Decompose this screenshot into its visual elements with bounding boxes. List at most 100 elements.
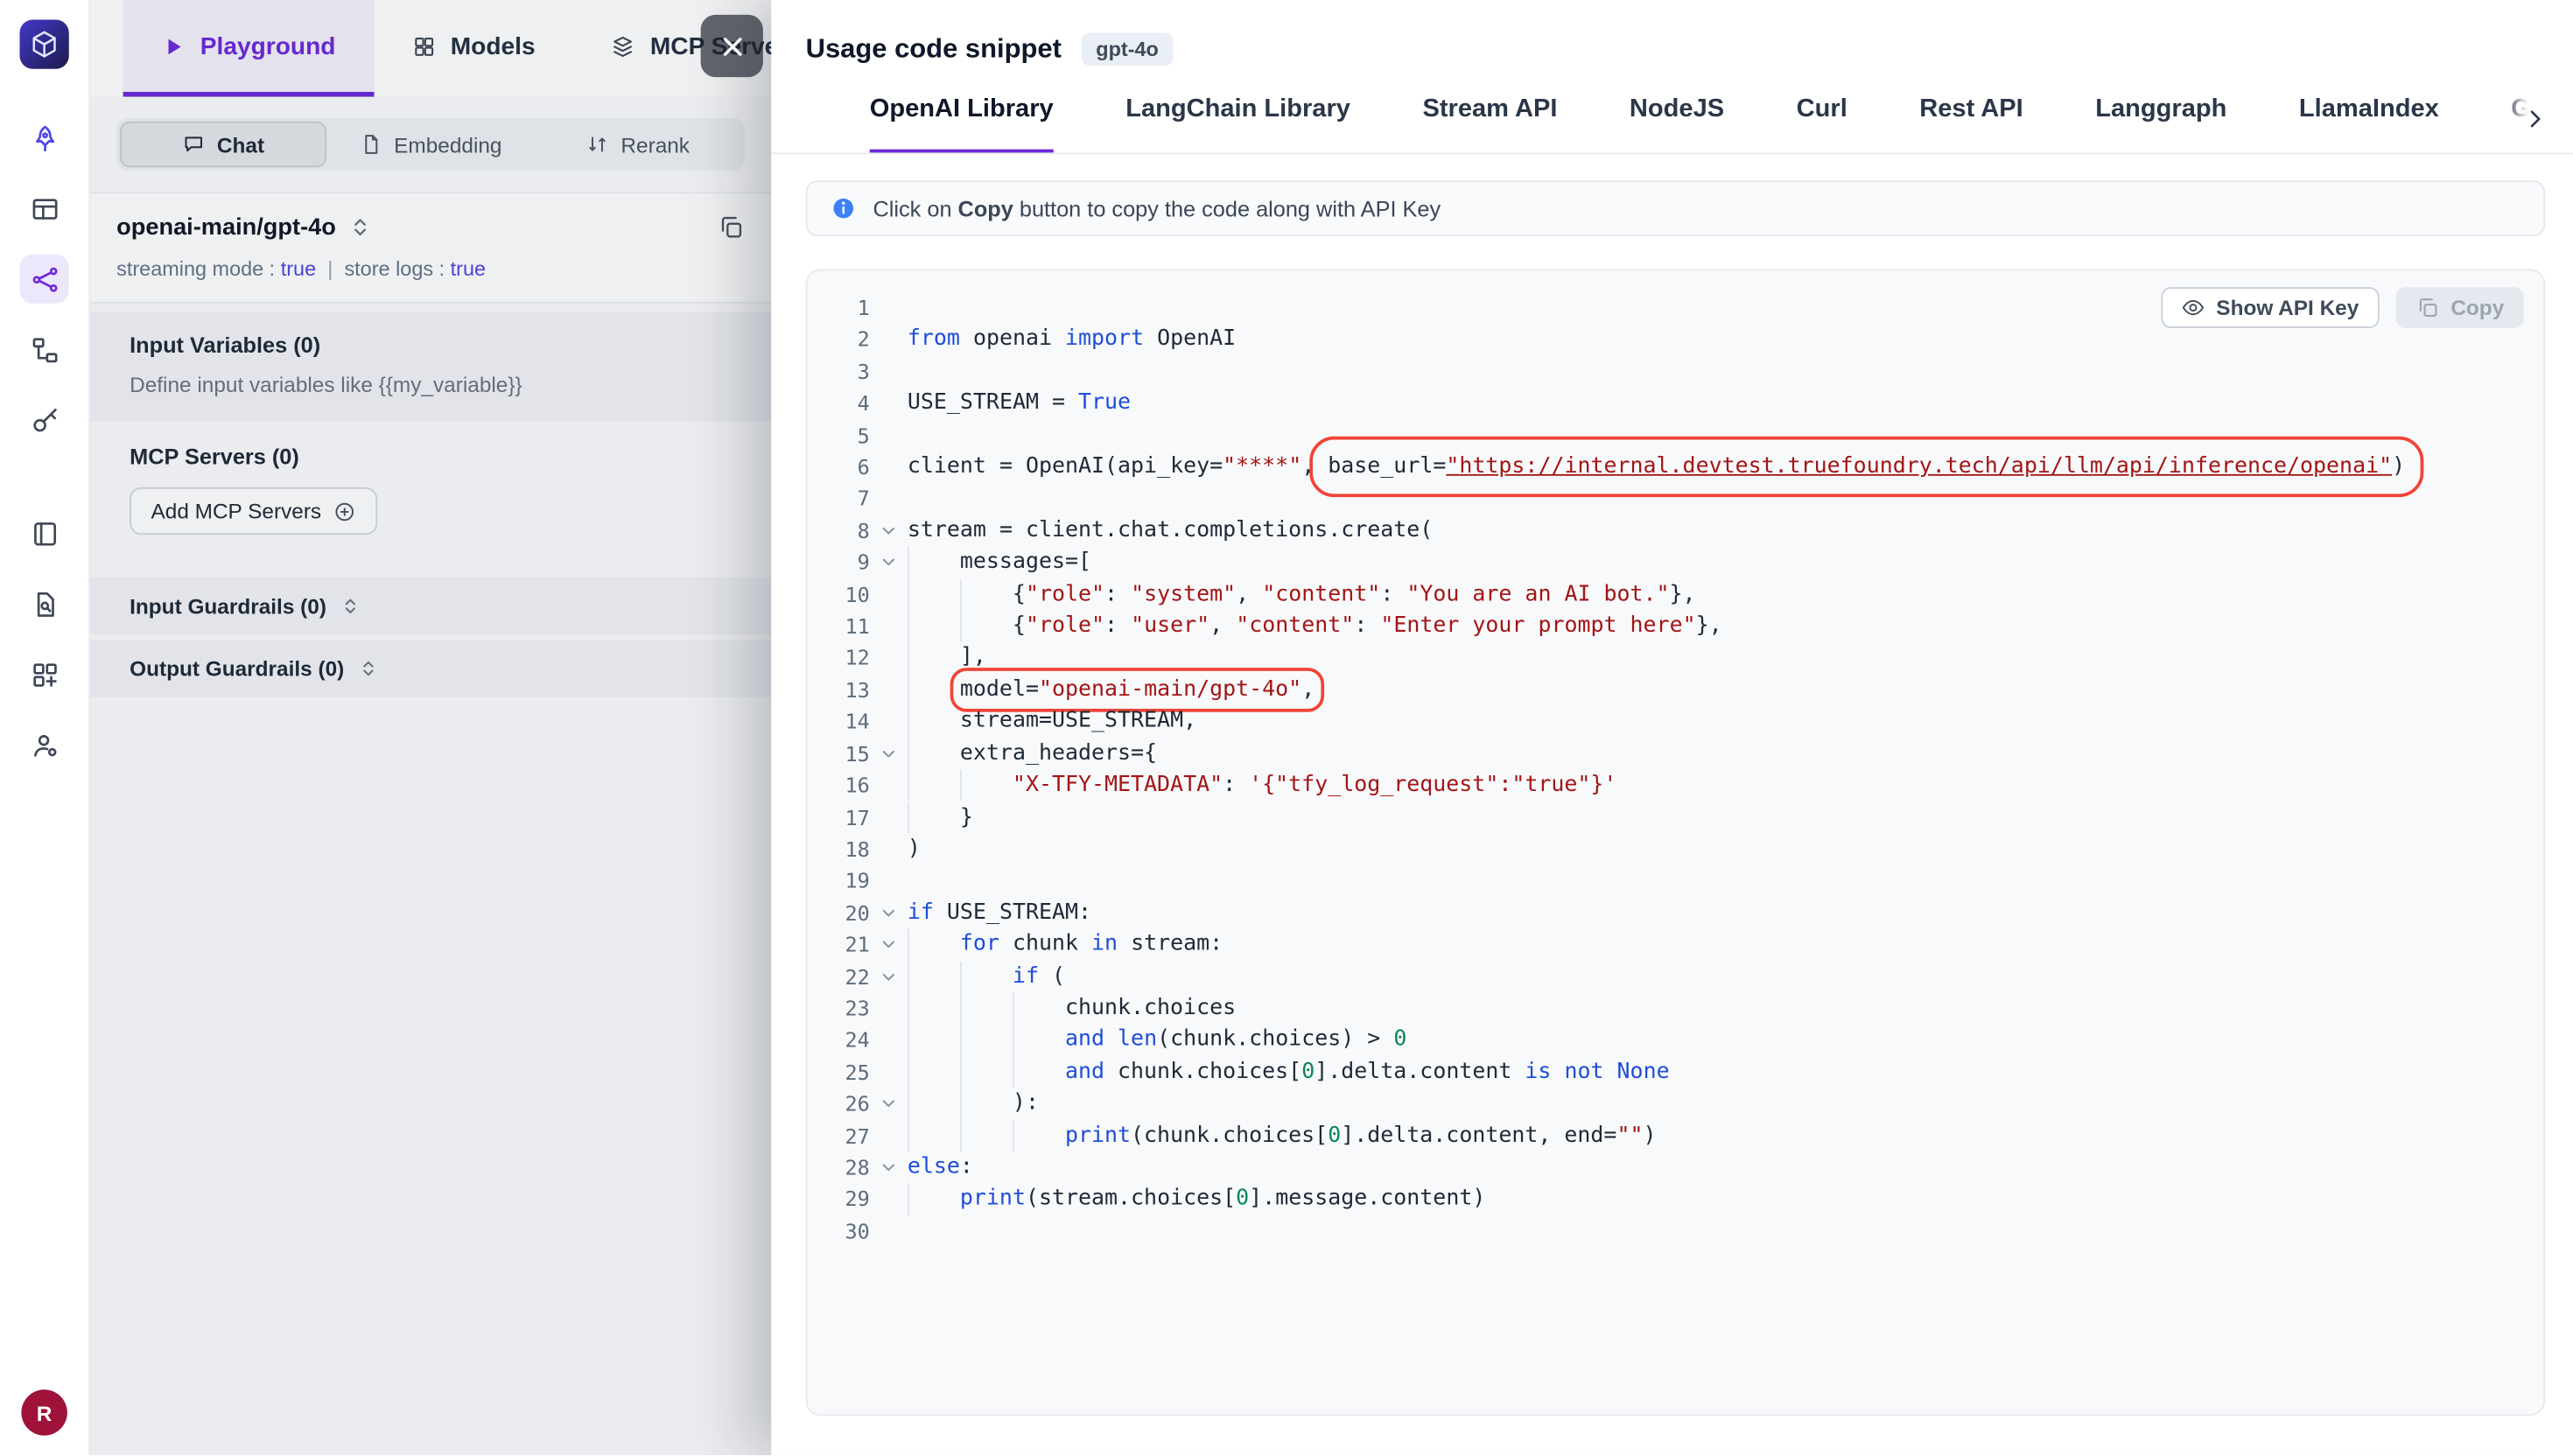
chevron-down-icon xyxy=(880,554,898,572)
code-line: 6client = OpenAI(api_key="****", base_ur… xyxy=(808,452,2544,483)
code-tab-stream-api[interactable]: Stream API xyxy=(1422,95,1557,153)
code-tab-langgraph[interactable]: Langgraph xyxy=(2095,95,2226,153)
fold-chevron-icon[interactable] xyxy=(870,1152,908,1183)
line-number: 20 xyxy=(824,897,870,928)
line-number: 25 xyxy=(824,1056,870,1088)
frame-icon xyxy=(29,518,60,550)
line-number: 4 xyxy=(824,388,870,419)
code-tab-langchain-library[interactable]: LangChain Library xyxy=(1125,95,1350,153)
rail-item-apps[interactable] xyxy=(20,650,69,699)
indent-guide xyxy=(960,1056,1013,1088)
code-line: 25and chunk.choices[0].delta.content is … xyxy=(808,1056,2544,1088)
gateway-icon xyxy=(29,263,60,295)
fold-gutter xyxy=(870,1025,908,1056)
code-line: 18) xyxy=(808,833,2544,864)
line-number: 29 xyxy=(824,1184,870,1215)
line-number: 11 xyxy=(824,611,870,642)
code-line: 15extra_headers={ xyxy=(808,738,2544,769)
code-line: 8stream = client.chat.completions.create… xyxy=(808,514,2544,546)
code-line: 12], xyxy=(808,642,2544,674)
indent-guide xyxy=(960,1025,1013,1056)
fold-chevron-icon[interactable] xyxy=(870,1088,908,1119)
show-api-key-button[interactable]: Show API Key xyxy=(2161,287,2379,328)
backdrop-overlay[interactable] xyxy=(90,0,861,1455)
rail-item-key[interactable] xyxy=(20,396,69,444)
indent-guide xyxy=(908,1056,960,1088)
line-number: 27 xyxy=(824,1120,870,1152)
rocket-icon xyxy=(29,122,60,154)
code-tab-rest-api[interactable]: Rest API xyxy=(1919,95,2023,153)
rail-item-user-gear[interactable] xyxy=(20,720,69,769)
indent-guide xyxy=(1013,1120,1065,1152)
fold-gutter xyxy=(870,1215,908,1247)
copy-button[interactable]: Copy xyxy=(2395,287,2524,328)
code-text: if ( xyxy=(908,961,1065,992)
fold-gutter xyxy=(870,483,908,514)
fold-chevron-icon[interactable] xyxy=(870,547,908,578)
info-banner: Click on Copy button to copy the code al… xyxy=(806,180,2546,236)
fold-gutter xyxy=(870,419,908,451)
line-number: 9 xyxy=(824,547,870,578)
line-number: 16 xyxy=(824,770,870,802)
apps-icon xyxy=(29,659,60,690)
indent-guide xyxy=(960,992,1013,1024)
truefoundry-logo[interactable] xyxy=(20,20,69,69)
indent-guide xyxy=(960,578,1013,610)
rail-item-tree[interactable] xyxy=(20,325,69,374)
rail-item-frame[interactable] xyxy=(20,508,69,557)
close-icon xyxy=(718,32,746,60)
line-number: 13 xyxy=(824,674,870,705)
fold-chevron-icon[interactable] xyxy=(870,514,908,546)
line-number: 23 xyxy=(824,992,870,1024)
user-avatar[interactable]: R xyxy=(21,1390,67,1436)
indent-guide xyxy=(960,1120,1013,1152)
chevron-down-icon xyxy=(880,1158,898,1177)
close-button[interactable] xyxy=(701,15,763,77)
line-number: 28 xyxy=(824,1152,870,1183)
code-line: 22if ( xyxy=(808,961,2544,992)
code-text: "X-TFY-METADATA": '{"tfy_log_request":"t… xyxy=(908,770,1617,802)
rail-item-table[interactable] xyxy=(20,184,69,233)
rail-item-gateway[interactable] xyxy=(20,255,69,304)
code-line: 21for chunk in stream: xyxy=(808,928,2544,960)
code-text: for chunk in stream: xyxy=(908,928,1223,960)
fold-chevron-icon[interactable] xyxy=(870,897,908,928)
code-tab-curl[interactable]: Curl xyxy=(1797,95,1847,153)
indent-guide xyxy=(908,1025,960,1056)
tabs-scroll-right-button[interactable] xyxy=(2504,92,2563,144)
code-tab-llamaindex[interactable]: LlamaIndex xyxy=(2299,95,2439,153)
copy-label: Copy xyxy=(2450,296,2504,320)
chevron-down-icon xyxy=(880,904,898,922)
chevron-down-icon xyxy=(880,522,898,540)
fold-gutter xyxy=(870,706,908,738)
code-line: 16 "X-TFY-METADATA": '{"tfy_log_request":… xyxy=(808,770,2544,802)
rail-item-doc-search[interactable] xyxy=(20,579,69,628)
indent-guide xyxy=(908,802,960,833)
chevron-down-icon xyxy=(880,1095,898,1113)
line-number: 7 xyxy=(824,483,870,514)
indent-guide xyxy=(960,961,1013,992)
code-tab-openai-library[interactable]: OpenAI Library xyxy=(870,95,1054,153)
key-icon xyxy=(29,404,60,436)
code-tab-nodejs[interactable]: NodeJS xyxy=(1630,95,1724,153)
fold-chevron-icon[interactable] xyxy=(870,961,908,992)
fold-gutter xyxy=(870,865,908,897)
highlight-model: model="openai-main/gpt-4o", xyxy=(960,677,1315,702)
model-badge: gpt-4o xyxy=(1081,33,1173,66)
code-line: 3 xyxy=(808,356,2544,388)
tree-icon xyxy=(29,334,60,366)
code-line: 5 xyxy=(808,419,2544,451)
code-line: 19 xyxy=(808,865,2544,897)
rail-item-rocket[interactable] xyxy=(20,113,69,162)
line-number: 5 xyxy=(824,419,870,451)
fold-chevron-icon[interactable] xyxy=(870,738,908,769)
fold-chevron-icon[interactable] xyxy=(870,928,908,960)
code-panel: Show API Key Copy 12from openai import O… xyxy=(806,270,2546,1417)
code-line: 4USE_STREAM = True xyxy=(808,388,2544,419)
code-line: 30 xyxy=(808,1215,2544,1247)
indent-guide xyxy=(960,1088,1013,1119)
drawer-title: Usage code snippet xyxy=(806,33,1062,65)
line-number: 3 xyxy=(824,356,870,388)
indent-guide xyxy=(908,1184,960,1215)
drawer-header: Usage code snippet gpt-4o xyxy=(771,0,2573,73)
